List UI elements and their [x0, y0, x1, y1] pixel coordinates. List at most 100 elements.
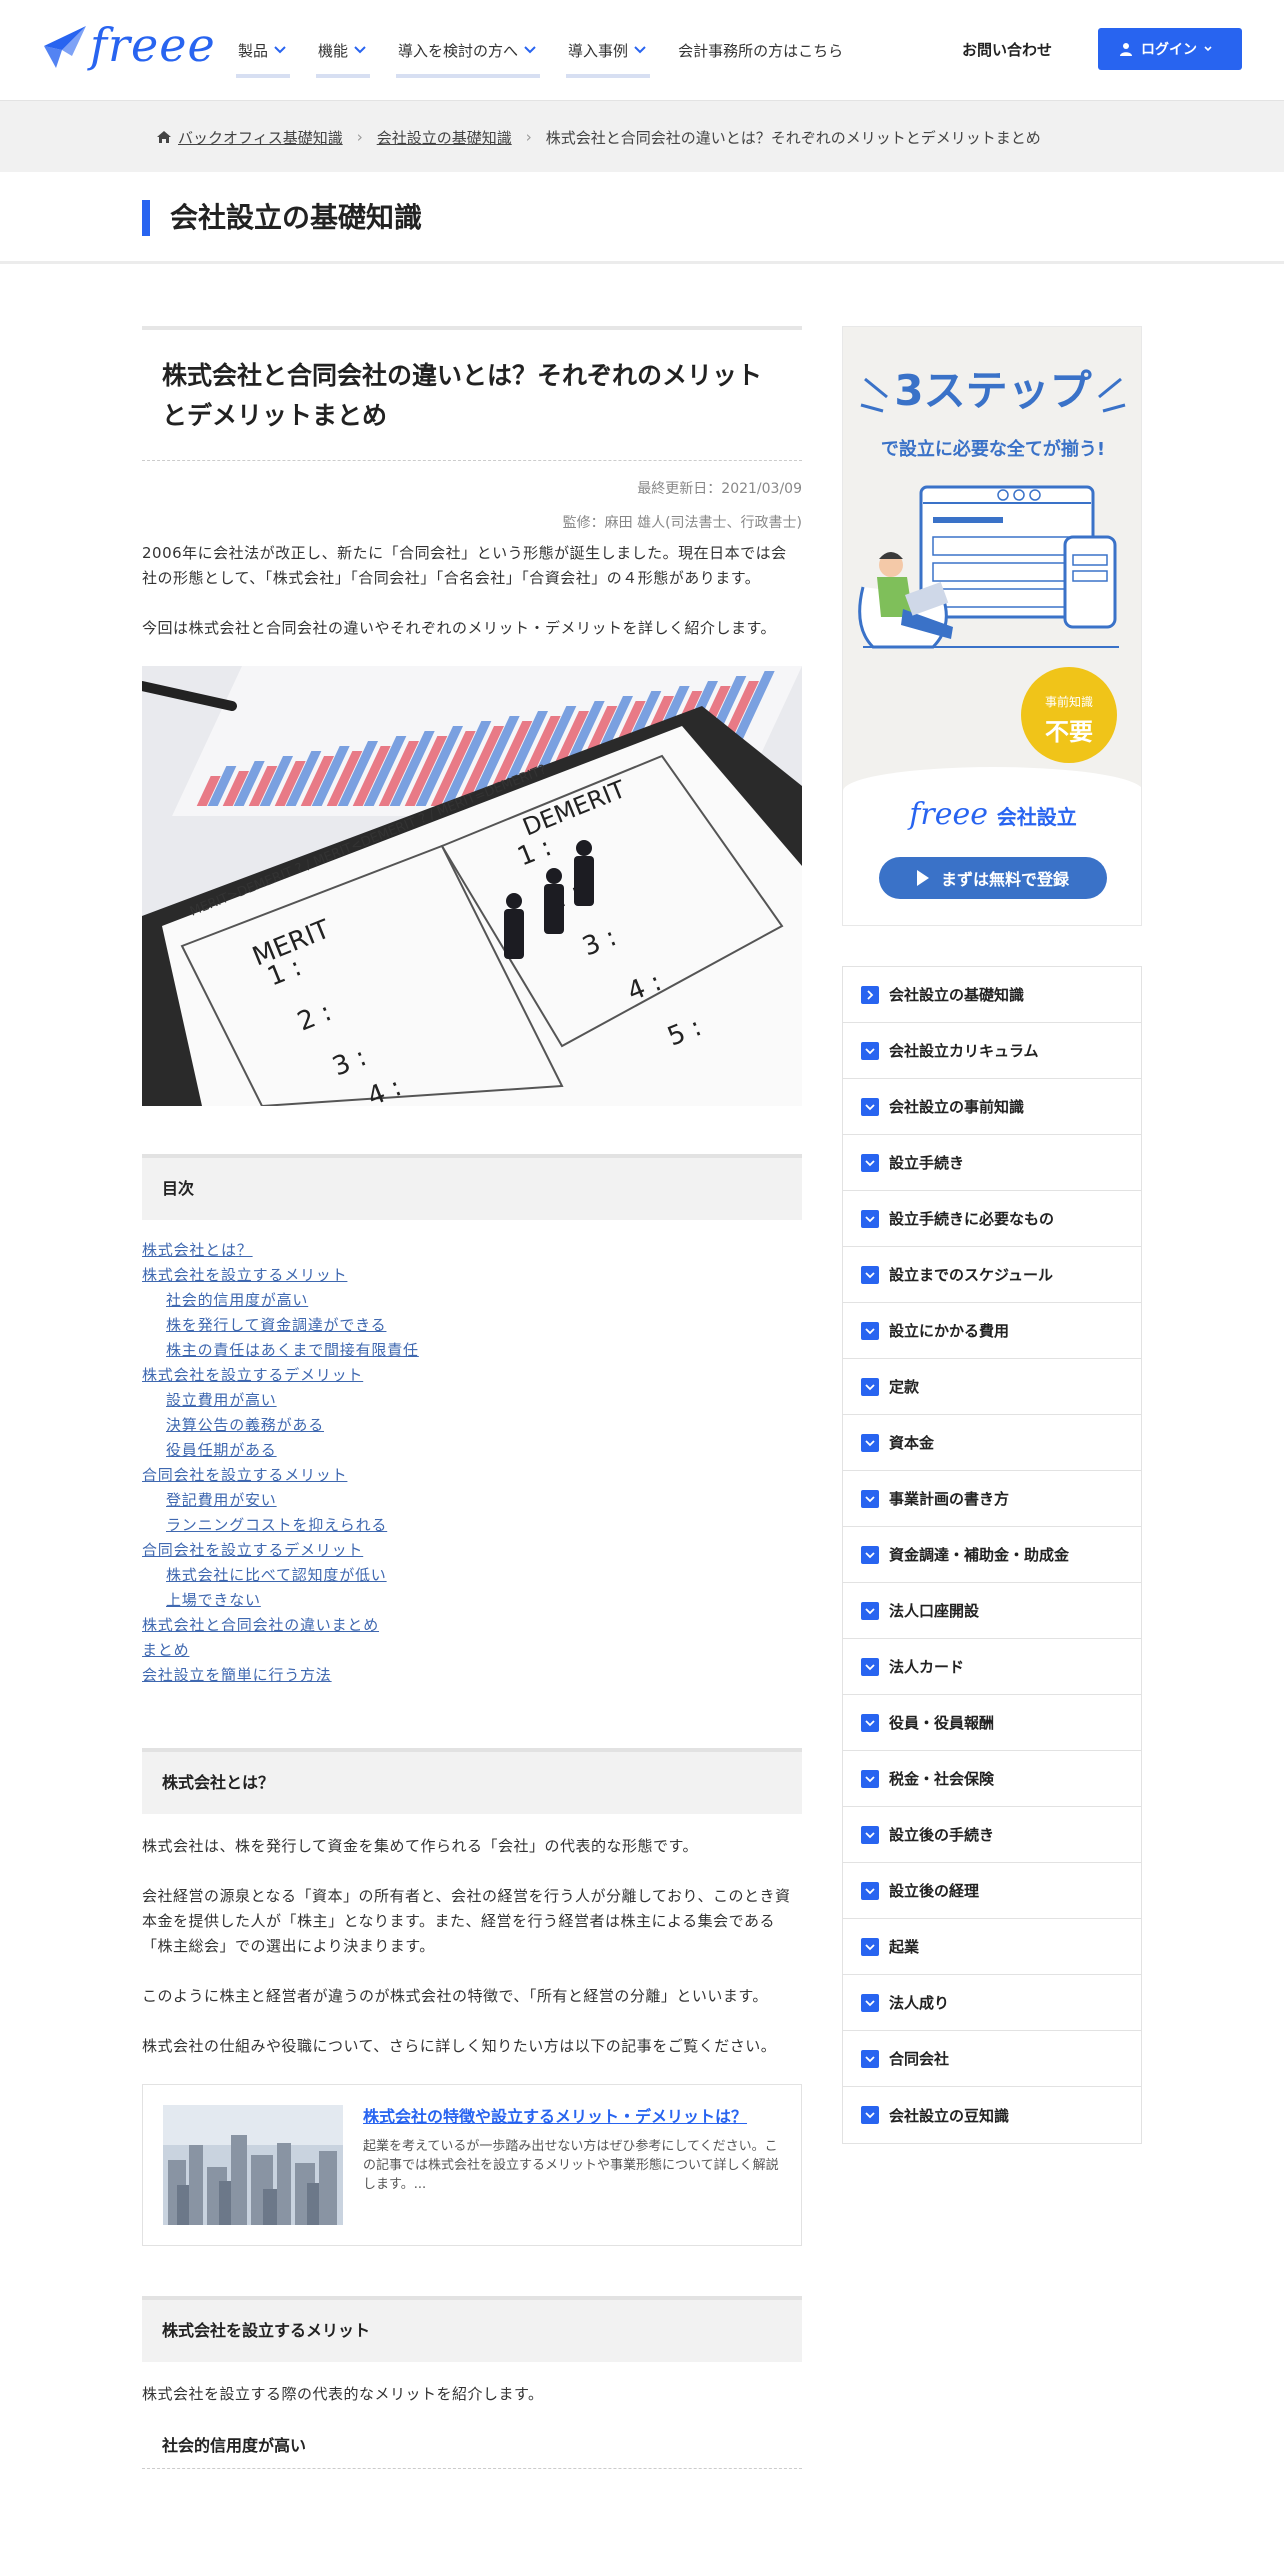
chevron-right-icon: › [356, 128, 363, 146]
table-of-contents: 目次 株式会社とは？ 株式会社を設立するメリット社会的信用度が高い株を発行して資金… [142, 1154, 802, 1688]
toc-item: 株式会社に比べて認知度が低い [142, 1563, 802, 1588]
side-menu-item[interactable]: 起業 [843, 1919, 1141, 1975]
subsection-heading: 社会的信用度が高い [142, 2432, 802, 2469]
side-menu-item[interactable]: 会社設立の事前知識 [843, 1079, 1141, 1135]
side-menu-item[interactable]: 設立にかかる費用 [843, 1303, 1141, 1359]
site-header: freee 製品 機能 導入を検討の方へ 導入事例 会計事務所の方はこちら お問… [0, 0, 1284, 100]
nav-case-studies[interactable]: 導入事例 [566, 30, 651, 78]
free-signup-button[interactable]: まずは無料で登録 [879, 857, 1107, 899]
intro-paragraph: 今回は株式会社と合同会社の違いやそれぞれのメリット・デメリットを詳しく紹介します… [142, 619, 777, 637]
toc-link[interactable]: 株主の責任はあくまで間接有限責任 [166, 1341, 419, 1359]
card-title-link[interactable]: 株式会社の特徴や設立するメリット・デメリットは？ [363, 2105, 781, 2129]
breadcrumb: バックオフィス基礎知識 › 会社設立の基礎知識 › 株式会社と合同会社の違いとは… [156, 101, 1041, 173]
toc-link[interactable]: 株式会社と合同会社の違いまとめ [142, 1616, 379, 1634]
toc-link[interactable]: 登記費用が安い [166, 1491, 277, 1509]
side-menu-item[interactable]: 設立手続きに必要なもの [843, 1191, 1141, 1247]
freee-logo[interactable]: freee [42, 18, 216, 72]
side-menu-label: 合同会社 [889, 2050, 950, 2068]
section-heading: 株式会社とは？ [142, 1748, 802, 1814]
side-menu-label: 法人カード [889, 1658, 965, 1676]
chevron-down-icon [861, 1489, 879, 1508]
breadcrumb-link-backoffice[interactable]: バックオフィス基礎知識 [178, 127, 343, 148]
toc-item: 会社設立を簡単に行う方法 [142, 1663, 802, 1688]
article-header: 株式会社と合同会社の違いとは？それぞれのメリットとデメリットまとめ [142, 326, 802, 461]
banner-logo-suffix: 会社設立 [996, 805, 1077, 829]
toc-link[interactable]: 設立費用が高い [166, 1391, 277, 1409]
nav-products[interactable]: 製品 [236, 30, 291, 78]
no-knowledge-badge: 事前知識 不要 [1021, 667, 1117, 763]
side-menu-item[interactable]: 役員・役員報酬 [843, 1695, 1141, 1751]
toc-link[interactable]: まとめ [142, 1641, 189, 1659]
toc-heading: 目次 [142, 1154, 802, 1220]
chevron-down-icon [861, 1433, 879, 1452]
chevron-down-icon [524, 46, 536, 54]
nav-features[interactable]: 機能 [316, 30, 371, 78]
chevron-down-icon [861, 2049, 879, 2068]
nav-considering[interactable]: 導入を検討の方へ [396, 30, 541, 78]
chevron-down-icon [861, 1601, 879, 1620]
toc-link[interactable]: 合同会社を設立するメリット [142, 1466, 347, 1484]
side-menu-item[interactable]: 定款 [843, 1359, 1141, 1415]
header-actions: お問い合わせ ログイン [962, 28, 1242, 70]
toc-link[interactable]: ランニングコストを抑えられる [166, 1516, 387, 1534]
logo-wordmark: freee [90, 18, 216, 72]
nav-accounting-firms[interactable]: 会計事務所の方はこちら [676, 30, 845, 70]
side-menu-item[interactable]: 会社設立の基礎知識 [843, 967, 1141, 1023]
chevron-down-icon [861, 1881, 879, 1900]
toc-item: ランニングコストを抑えられる [142, 1513, 802, 1538]
toc-item: 株式会社と合同会社の違いまとめ [142, 1613, 802, 1638]
side-menu-item[interactable]: 合同会社 [843, 2031, 1141, 2087]
toc-link[interactable]: 合同会社を設立するデメリット [142, 1541, 363, 1559]
toc-link[interactable]: 株を発行して資金調達ができる [166, 1316, 386, 1334]
side-menu-label: 会社設立の豆知識 [889, 2106, 1010, 2125]
side-menu-label: 会社設立カリキュラム [889, 1042, 1039, 1060]
toc-link[interactable]: 株式会社を設立するメリット [142, 1266, 347, 1284]
company-setup-banner[interactable]: 3ステップ で設立に必要な全てが揃う! 事前知識 不要 freee 会社設立 ま… [842, 326, 1142, 926]
toc-item: まとめ [142, 1638, 802, 1663]
toc-link[interactable]: 社会的信用度が高い [166, 1291, 308, 1309]
side-menu-item[interactable]: 税金・社会保険 [843, 1751, 1141, 1807]
hero-image: MERIT DEMERIT MERIT>DEMERIT ? / MERIT<DE… [142, 666, 802, 1106]
side-menu-item[interactable]: 会社設立の豆知識 [843, 2087, 1141, 2143]
chevron-down-icon [354, 46, 366, 54]
side-menu-item[interactable]: 設立後の手続き [843, 1807, 1141, 1863]
side-menu-item[interactable]: 設立手続き [843, 1135, 1141, 1191]
side-menu-label: 事業計画の書き方 [889, 1490, 1010, 1508]
article-meta: 最終更新日：2021/03/09 監修：麻田 雄人(司法書士、行政書士) [142, 479, 802, 533]
related-article-card[interactable]: 株式会社の特徴や設立するメリット・デメリットは？ 起業を考えているが一歩踏み出せ… [142, 2084, 802, 2246]
login-button[interactable]: ログイン [1098, 28, 1242, 70]
breadcrumb-link-category[interactable]: 会社設立の基礎知識 [377, 127, 512, 148]
article: 株式会社と合同会社の違いとは？それぞれのメリットとデメリットまとめ 最終更新日：… [142, 326, 802, 2469]
contact-link[interactable]: お問い合わせ [962, 39, 1052, 60]
toc-link[interactable]: 株式会社とは？ [142, 1241, 253, 1259]
nav-label: 導入事例 [568, 41, 629, 60]
toc-item: 設立費用が高い [142, 1388, 802, 1413]
toc-link[interactable]: 株式会社に比べて認知度が低い [166, 1566, 387, 1584]
toc-link[interactable]: 決算公告の義務がある [166, 1416, 324, 1434]
side-menu-item[interactable]: 設立までのスケジュール [843, 1247, 1141, 1303]
nav-label: 機能 [318, 41, 349, 60]
side-menu-item[interactable]: 事業計画の書き方 [843, 1471, 1141, 1527]
chevron-down-icon [861, 1713, 879, 1732]
toc-link[interactable]: 上場できない [166, 1591, 261, 1609]
cta-label: まずは無料で登録 [940, 870, 1069, 889]
chevron-down-icon [861, 1321, 879, 1340]
side-menu-item[interactable]: 法人成り [843, 1975, 1141, 2031]
nav-label: 導入を検討の方へ [398, 41, 519, 60]
side-menu-item[interactable]: 設立後の経理 [843, 1863, 1141, 1919]
side-menu-item[interactable]: 会社設立カリキュラム [843, 1023, 1141, 1079]
section-paragraph: 株式会社を設立する際の代表的なメリットを紹介します。 [142, 2385, 544, 2403]
toc-item: 社会的信用度が高い [142, 1288, 802, 1313]
side-menu-item[interactable]: 資本金 [843, 1415, 1141, 1471]
section-paragraph: このように株主と経営者が違うのが株式会社の特徴で、「所有と経営の分離」といいます… [142, 1987, 768, 2005]
side-menu-item[interactable]: 法人カード [843, 1639, 1141, 1695]
toc-link[interactable]: 役員任期がある [166, 1441, 277, 1459]
toc-link[interactable]: 会社設立を簡単に行う方法 [142, 1666, 332, 1684]
side-menu-item[interactable]: 法人口座開設 [843, 1583, 1141, 1639]
badge-small-text: 事前知識 [1044, 695, 1093, 709]
toc-item: 上場できない [142, 1588, 802, 1613]
banner-bottom-panel [843, 767, 1141, 925]
toc-link[interactable]: 株式会社を設立するデメリット [142, 1366, 363, 1384]
side-menu-item[interactable]: 資金調達・補助金・助成金 [843, 1527, 1141, 1583]
supervisor: 監修：麻田 雄人(司法書士、行政書士) [562, 515, 802, 531]
